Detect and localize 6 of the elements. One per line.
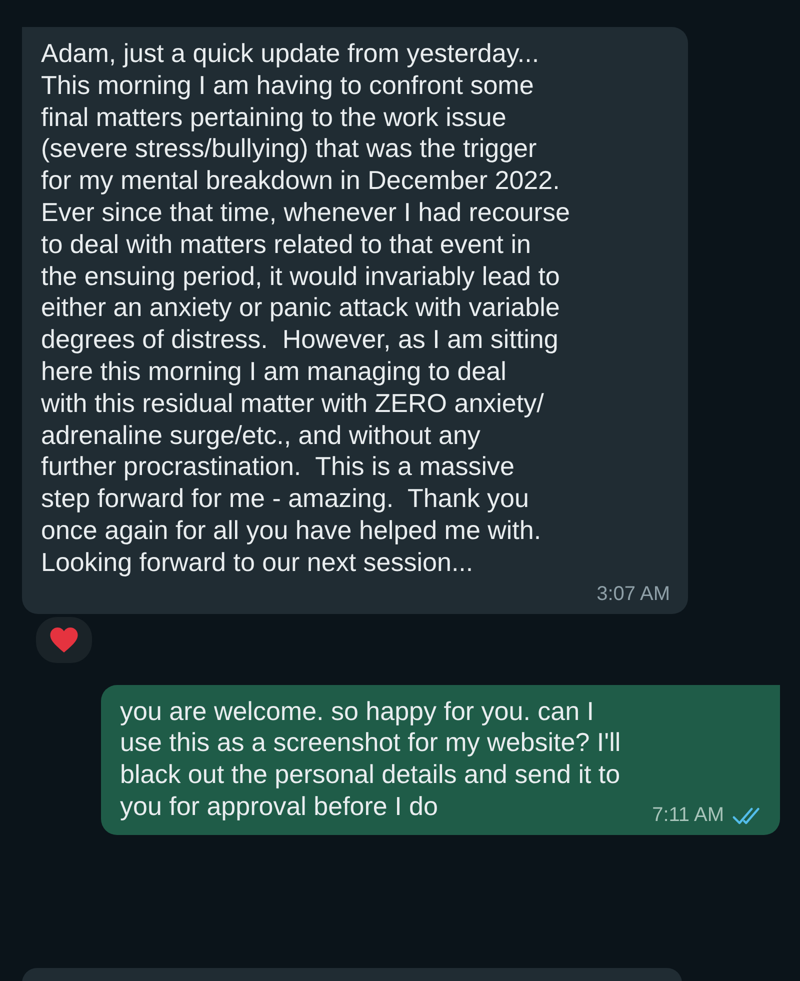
message-time: 3:07 AM: [596, 582, 670, 606]
heart-icon: [49, 626, 79, 654]
message-bubble[interactable]: you are welcome. so happy for you. can I use this as a screenshot for my website? I'll black out the personal details and send it to you for approval before I do 7:11 AM: [101, 684, 780, 835]
message-time: 7:11 AM: [652, 804, 724, 827]
message-text: Adam, just a quick update from yesterday... This morning I am having to confront some final matters pertaining to the work issue (severe stress/bullying) that was the trigger for my mental breakdown in December 2022. Ever since that time, whenever I had recourse to deal with matters related to that event in the ensuing period, it would invariably lead to either an anxiety or panic attack with variable degrees of distress. However, as I am sitting here this morning I am managing to deal with this residual matter with ZERO anxiety/ adrenaline surge/etc., and without any further procrastination. This is a massive step forward for me - amazing. Thank you once again for all you have helped me with. Looking forward to our next session...: [41, 38, 571, 579]
message-text: you are welcome. so happy for you. can I use this as a screenshot for my website? I'll black out the personal details and send it to you for approval before I do: [120, 696, 621, 823]
